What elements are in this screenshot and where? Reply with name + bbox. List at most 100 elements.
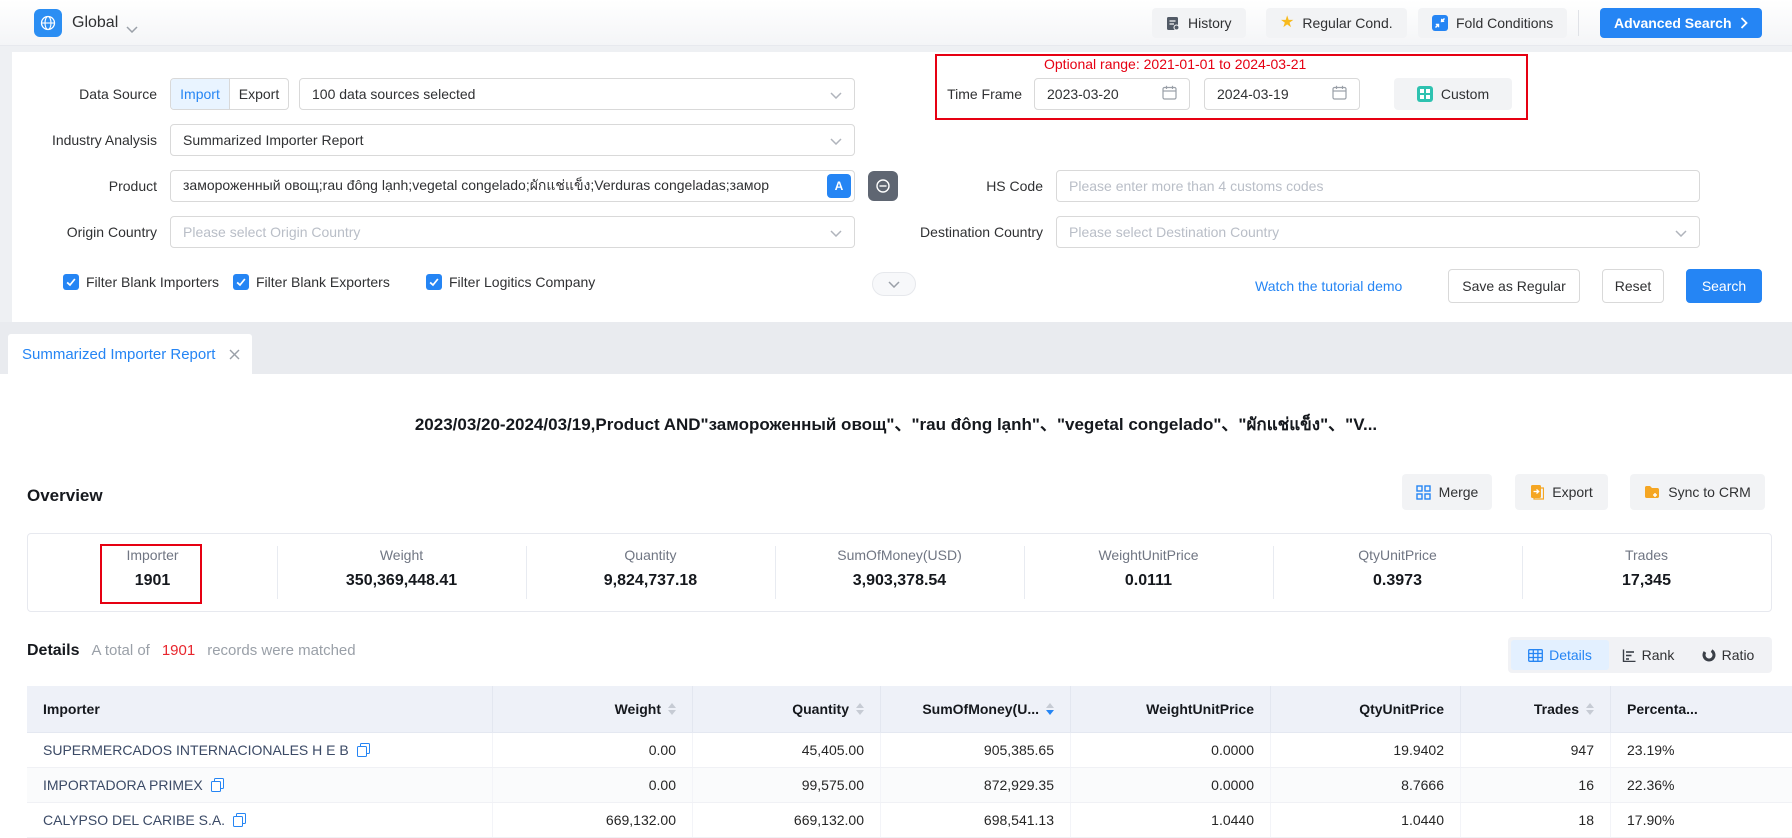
exclude-icon — [875, 178, 891, 194]
industry-analysis-select[interactable]: Summarized Importer Report — [170, 124, 855, 156]
stat-weight: Weight 350,369,448.41 — [277, 534, 526, 611]
fold-conditions-button[interactable]: Fold Conditions — [1418, 8, 1567, 38]
data-sources-select[interactable]: 100 data sources selected — [299, 78, 855, 110]
filter-blank-importers-checkbox[interactable] — [63, 274, 79, 290]
details-total-suffix: records were matched — [207, 642, 355, 659]
topbar-divider — [1578, 10, 1579, 36]
weight-cell: 0.00 — [493, 768, 693, 802]
overview-title: Overview — [27, 486, 103, 506]
filter-logitics-company-checkbox[interactable] — [426, 274, 442, 290]
region-chevron-down-icon[interactable] — [126, 20, 138, 38]
merge-button[interactable]: Merge — [1402, 474, 1492, 510]
custom-range-button[interactable]: Custom — [1394, 78, 1512, 110]
origin-country-placeholder: Please select Origin Country — [171, 224, 830, 240]
importer-name-cell[interactable]: CALYPSO DEL CARIBE S.A. — [27, 803, 493, 837]
trades-cell: 16 — [1461, 768, 1611, 802]
reset-button[interactable]: Reset — [1602, 269, 1664, 303]
start-date-input[interactable]: 2023-03-20 — [1034, 78, 1190, 110]
end-date-input[interactable]: 2024-03-19 — [1204, 78, 1360, 110]
search-button[interactable]: Search — [1686, 269, 1762, 303]
history-button[interactable]: History — [1152, 8, 1246, 38]
table-header-row: Importer Weight Quantity SumOfMoney(U...… — [27, 686, 1792, 733]
star-icon: ★ — [1280, 15, 1294, 31]
col-sum-of-money[interactable]: SumOfMoney(U... — [881, 686, 1071, 732]
filter-blank-exporters-checkbox[interactable] — [233, 274, 249, 290]
regular-cond-button[interactable]: ★ Regular Cond. — [1266, 8, 1407, 38]
folder-sync-icon — [1644, 485, 1660, 499]
stat-value: 1901 — [28, 572, 277, 590]
data-sources-value: 100 data sources selected — [300, 86, 830, 102]
trades-cell: 18 — [1461, 803, 1611, 837]
stat-label: Importer — [28, 547, 277, 563]
origin-country-select[interactable]: Please select Origin Country — [170, 216, 855, 248]
tutorial-demo-link[interactable]: Watch the tutorial demo — [1255, 269, 1402, 303]
view-details-tab[interactable]: Details — [1511, 640, 1609, 670]
product-input[interactable] — [170, 170, 855, 202]
advanced-search-button[interactable]: Advanced Search — [1600, 8, 1762, 38]
col-weight[interactable]: Weight — [493, 686, 693, 732]
weight-cell: 669,132.00 — [493, 803, 693, 837]
qty-unit-price-cell: 1.0440 — [1271, 803, 1461, 837]
weight-unit-price-cell: 0.0000 — [1071, 768, 1271, 802]
sum-of-money-cell: 872,929.35 — [881, 768, 1071, 802]
tab-summarized-importer-report[interactable]: Summarized Importer Report — [8, 334, 252, 374]
stat-label: Quantity — [526, 547, 775, 563]
stat-value: 0.3973 — [1273, 572, 1522, 590]
stat-weight-unit-price: WeightUnitPrice 0.0111 — [1024, 534, 1273, 611]
fold-icon — [1432, 15, 1448, 31]
merge-icon — [1416, 485, 1431, 500]
importer-name-cell[interactable]: IMPORTADORA PRIMEX — [27, 768, 493, 802]
view-rank-tab[interactable]: Rank — [1609, 640, 1687, 670]
hs-code-input[interactable] — [1056, 170, 1700, 202]
qty-unit-price-cell: 19.9402 — [1271, 733, 1461, 767]
report-content: 2023/03/20-2024/03/19,Product AND"заморо… — [0, 374, 1792, 838]
details-table: Importer Weight Quantity SumOfMoney(U...… — [27, 686, 1792, 838]
calendar-icon — [1332, 85, 1347, 103]
globe-region-icon[interactable] — [34, 9, 62, 37]
region-selector-label[interactable]: Global — [72, 12, 118, 34]
import-tab[interactable]: Import — [171, 79, 230, 109]
sync-to-crm-button[interactable]: Sync to CRM — [1630, 474, 1765, 510]
table-icon — [1528, 649, 1543, 662]
stat-label: Trades — [1522, 547, 1771, 563]
copy-icon[interactable] — [357, 743, 370, 757]
col-quantity[interactable]: Quantity — [693, 686, 881, 732]
stat-label: Weight — [277, 547, 526, 563]
save-as-regular-button[interactable]: Save as Regular — [1448, 269, 1580, 303]
col-label: Weight — [615, 701, 661, 717]
industry-analysis-label: Industry Analysis — [17, 124, 157, 156]
stat-value: 9,824,737.18 — [526, 572, 775, 590]
tab-close-icon[interactable] — [229, 349, 240, 360]
destination-country-select[interactable]: Please select Destination Country — [1056, 216, 1700, 248]
sum-of-money-cell: 698,541.13 — [881, 803, 1071, 837]
check-icon — [428, 276, 440, 288]
filter-logitics-company-label: Filter Logitics Company — [449, 272, 595, 292]
exclude-filter-button[interactable] — [868, 171, 898, 201]
check-icon — [235, 276, 247, 288]
importer-name-cell[interactable]: SUPERMERCADOS INTERNACIONALES H E B — [27, 733, 493, 767]
data-source-toggle: Import Export — [170, 78, 289, 110]
export-button[interactable]: Export — [1515, 474, 1608, 510]
query-summary-line: 2023/03/20-2024/03/19,Product AND"заморо… — [0, 410, 1792, 438]
view-details-label: Details — [1549, 647, 1592, 663]
copy-icon[interactable] — [211, 778, 224, 792]
col-trades[interactable]: Trades — [1461, 686, 1611, 732]
chevron-down-icon — [830, 132, 842, 148]
collapse-conditions-button[interactable] — [872, 272, 916, 296]
weight-unit-price-cell: 1.0440 — [1071, 803, 1271, 837]
check-icon — [65, 276, 77, 288]
report-tab-strip: Summarized Importer Report — [0, 322, 1792, 374]
export-icon — [1530, 484, 1544, 500]
col-qty-unit-price: QtyUnitPrice — [1271, 686, 1461, 732]
stat-label: SumOfMoney(USD) — [775, 547, 1024, 563]
chevron-down-icon — [830, 224, 842, 240]
export-tab[interactable]: Export — [230, 79, 288, 109]
translate-icon[interactable]: A — [827, 174, 851, 198]
copy-icon[interactable] — [233, 813, 246, 827]
screen: Global History ★ Regular Cond. — [0, 0, 1792, 838]
col-weight-unit-price: WeightUnitPrice — [1071, 686, 1271, 732]
history-label: History — [1188, 15, 1232, 31]
view-ratio-tab[interactable]: Ratio — [1687, 640, 1769, 670]
optional-range-note: Optional range: 2021-01-01 to 2024-03-21 — [1044, 56, 1306, 72]
importer-name: SUPERMERCADOS INTERNACIONALES H E B — [43, 742, 349, 758]
